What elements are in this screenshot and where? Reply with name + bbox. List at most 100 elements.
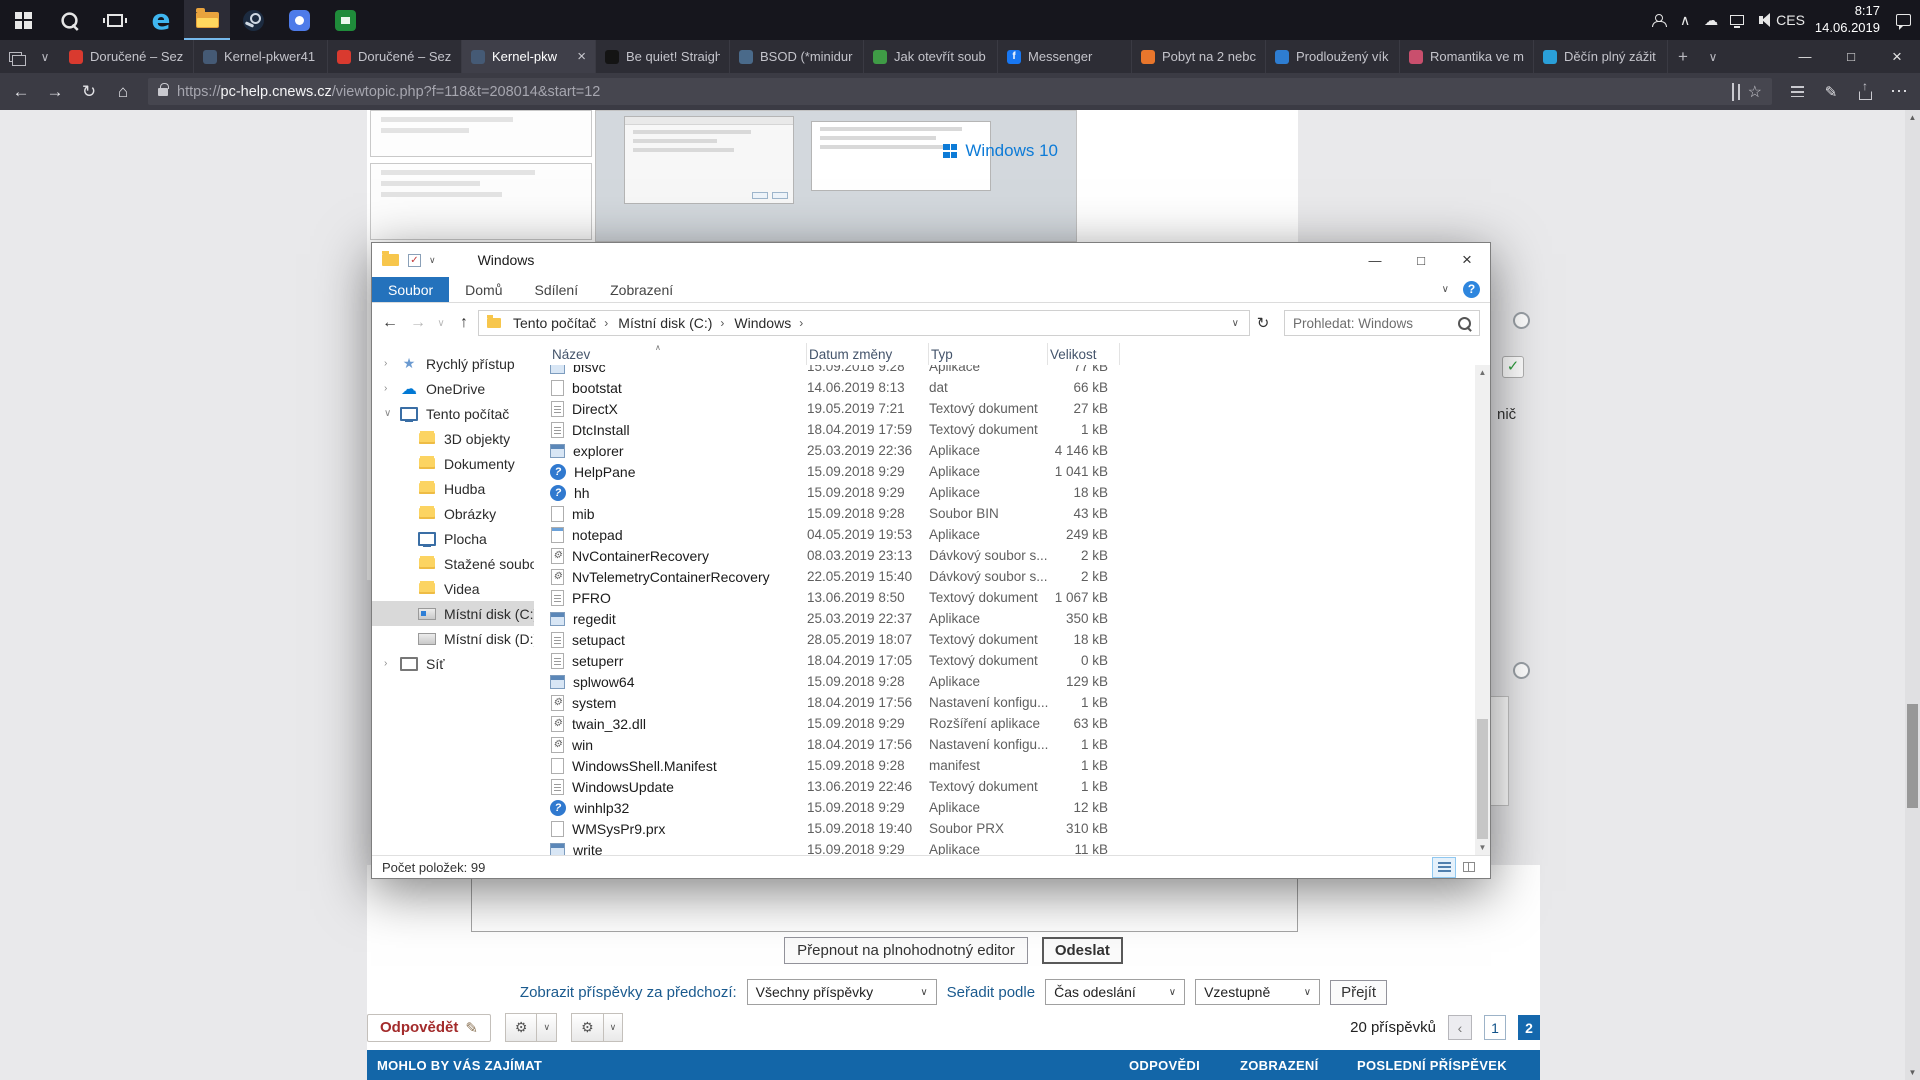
onedrive-tray-button[interactable]: ☁ [1698, 0, 1724, 40]
chevron-down-icon[interactable]: ∨ [603, 1014, 623, 1041]
submit-button[interactable]: Odeslat [1042, 937, 1123, 964]
file-row[interactable]: NvTelemetryContainerRecovery 22.05.2019 … [534, 566, 1475, 587]
post-badge-icon[interactable] [1513, 662, 1530, 679]
tabs-set-aside-button[interactable] [0, 40, 30, 73]
file-row[interactable]: PFRO 13.06.2019 8:50 Textový dokument 1 … [534, 587, 1475, 608]
browser-tab[interactable]: Prodloužený vík [1266, 40, 1400, 73]
column-header-date[interactable]: Datum změny [807, 343, 929, 365]
file-row[interactable]: write 15.09.2018 9:29 Aplikace 11 kB [534, 839, 1475, 855]
browser-tab[interactable]: BSOD (*minidur [730, 40, 864, 73]
browser-tab[interactable]: Děčín plný zážit [1534, 40, 1668, 73]
file-row[interactable]: HelpPane 15.09.2018 9:29 Aplikace 1 041 … [534, 461, 1475, 482]
notification-center-button[interactable] [1890, 0, 1916, 40]
sort-field-select[interactable]: Čas odeslání ∨ [1045, 979, 1185, 1005]
tab-close-icon[interactable]: × [577, 49, 586, 64]
pagination-prev-button[interactable]: ‹ [1448, 1015, 1472, 1040]
explorer-maximize-button[interactable]: □ [1398, 243, 1444, 277]
post-screenshot-thumbnail[interactable] [370, 110, 592, 157]
nav-pane-item[interactable]: Hudba [372, 476, 534, 501]
post-badge-icon[interactable] [1513, 312, 1530, 329]
post-screenshot-thumbnail[interactable] [370, 163, 592, 240]
go-button[interactable]: Přejít [1330, 980, 1387, 1005]
browser-tab[interactable]: Doručené – Sezn [328, 40, 462, 73]
file-row[interactable]: setuperr 18.04.2019 17:05 Textový dokume… [534, 650, 1475, 671]
column-header-size[interactable]: Velikost [1048, 343, 1120, 365]
page-scrollbar[interactable]: ▲ ▼ [1905, 110, 1920, 1080]
breadcrumb-item[interactable]: Místní disk (C:) › [613, 315, 729, 331]
nav-pane-item[interactable]: Stažené soubory [372, 551, 534, 576]
file-row[interactable]: WindowsUpdate 13.06.2019 22:46 Textový d… [534, 776, 1475, 797]
topic-tools-button[interactable]: ⚙ ∨ [505, 1013, 557, 1042]
share-button[interactable] [1848, 73, 1882, 110]
file-row[interactable]: notepad 04.05.2019 19:53 Aplikace 249 kB [534, 524, 1475, 545]
file-row[interactable]: hh 15.09.2018 9:29 Aplikace 18 kB [534, 482, 1475, 503]
file-row[interactable]: mib 15.09.2018 9:28 Soubor BIN 43 kB [534, 503, 1475, 524]
expander-chevron[interactable]: › [384, 658, 387, 669]
explorer-scrollbar-thumb[interactable] [1477, 719, 1488, 839]
switch-editor-button[interactable]: Přepnout na plnohodnotný editor [784, 937, 1028, 964]
nav-pane-item[interactable]: Místní disk (C:) [372, 601, 534, 626]
pagination-page-1[interactable]: 1 [1484, 1015, 1506, 1040]
nav-pane-item[interactable]: 3D objekty [372, 426, 534, 451]
task-view-button[interactable] [92, 0, 138, 40]
volume-tray-button[interactable] [1750, 0, 1776, 40]
explorer-refresh-button[interactable]: ↻ [1250, 314, 1276, 332]
file-row[interactable]: WMSysPr9.prx 15.09.2018 19:40 Soubor PRX… [534, 818, 1475, 839]
tab-list-button[interactable]: ∨ [1698, 40, 1728, 73]
ribbon-tab[interactable]: Soubor [372, 277, 449, 302]
file-row[interactable]: setupact 28.05.2019 18:07 Textový dokume… [534, 629, 1475, 650]
page-scrollbar-thumb[interactable] [1907, 704, 1918, 808]
qat-folder-icon[interactable] [382, 254, 399, 266]
file-row[interactable]: splwow64 15.09.2018 9:28 Aplikace 129 kB [534, 671, 1475, 692]
file-row[interactable]: DtcInstall 18.04.2019 17:59 Textový doku… [534, 419, 1475, 440]
browser-tab[interactable]: Romantika ve m [1400, 40, 1534, 73]
scroll-up-arrow[interactable]: ▲ [1475, 365, 1490, 380]
browser-tab[interactable]: Pobyt na 2 nebc [1132, 40, 1266, 73]
back-button[interactable]: ← [4, 73, 38, 110]
home-button[interactable]: ⌂ [106, 73, 140, 110]
nav-forward-button[interactable]: → [404, 309, 432, 337]
recent-locations-chevron[interactable]: ∨ [432, 309, 450, 337]
scroll-down-arrow[interactable]: ▼ [1475, 840, 1490, 855]
browser-tab[interactable]: Kernel-pkw × [462, 40, 596, 73]
more-button[interactable]: ⋯ [1882, 73, 1916, 110]
column-header-type[interactable]: Typ [929, 343, 1048, 365]
help-button[interactable]: ? [1463, 281, 1480, 298]
refresh-button[interactable]: ↻ [72, 73, 106, 110]
browser-maximize-button[interactable]: □ [1828, 40, 1874, 73]
browser-tab[interactable]: Jak otevřít soub [864, 40, 998, 73]
taskbar-clock[interactable]: 8:17 14.06.2019 [1805, 3, 1890, 37]
new-tab-button[interactable]: + [1668, 40, 1698, 73]
browser-tab[interactable]: Doručené – Sezn [60, 40, 194, 73]
network-tray-button[interactable] [1724, 0, 1750, 40]
nav-pane-item[interactable]: ∨ Tento počítač [372, 401, 534, 426]
breadcrumb-item[interactable]: Windows › [729, 315, 808, 331]
column-header-name[interactable]: Název ∧ [550, 343, 807, 365]
file-row[interactable]: bfsvc 15.09.2018 9:28 Aplikace 77 kB [534, 365, 1475, 377]
explorer-scrollbar[interactable]: ▲ ▼ [1475, 365, 1490, 855]
chevron-down-icon[interactable]: ∨ [536, 1014, 556, 1041]
scroll-up-arrow[interactable]: ▲ [1905, 110, 1920, 125]
display-posts-select[interactable]: Všechny příspěvky ∨ [747, 979, 937, 1005]
nav-pane-item[interactable]: Videa [372, 576, 534, 601]
taskbar-edge-button[interactable]: e [138, 0, 184, 40]
breadcrumb-separator[interactable]: › [604, 316, 608, 330]
taskbar-app-blue-button[interactable] [276, 0, 322, 40]
tab-preview-button[interactable]: ∨ [30, 40, 60, 73]
address-breadcrumb-bar[interactable]: Tento počítač › Místní disk (C:) › Windo… [478, 310, 1250, 336]
start-button[interactable] [0, 0, 46, 40]
file-row[interactable]: win 18.04.2019 17:56 Nastavení konfigu..… [534, 734, 1475, 755]
scroll-down-arrow[interactable]: ▼ [1905, 1065, 1920, 1080]
browser-tab[interactable]: f Messenger [998, 40, 1132, 73]
qat-properties-icon[interactable]: ✓ [408, 254, 421, 267]
moderator-tools-button[interactable]: ⚙ ∨ [571, 1013, 623, 1042]
forward-button[interactable]: → [38, 73, 72, 110]
file-row[interactable]: twain_32.dll 15.09.2018 9:29 Rozšíření a… [534, 713, 1475, 734]
nav-pane-item[interactable]: › Síť [372, 651, 534, 676]
taskbar-search-button[interactable] [46, 0, 92, 40]
taskbar-app-green-button[interactable] [322, 0, 368, 40]
explorer-search-box[interactable]: Prohledat: Windows [1284, 310, 1480, 336]
explorer-close-button[interactable]: × [1444, 243, 1490, 277]
nav-pane-item[interactable]: Obrázky [372, 501, 534, 526]
nav-pane-item[interactable]: › OneDrive [372, 376, 534, 401]
